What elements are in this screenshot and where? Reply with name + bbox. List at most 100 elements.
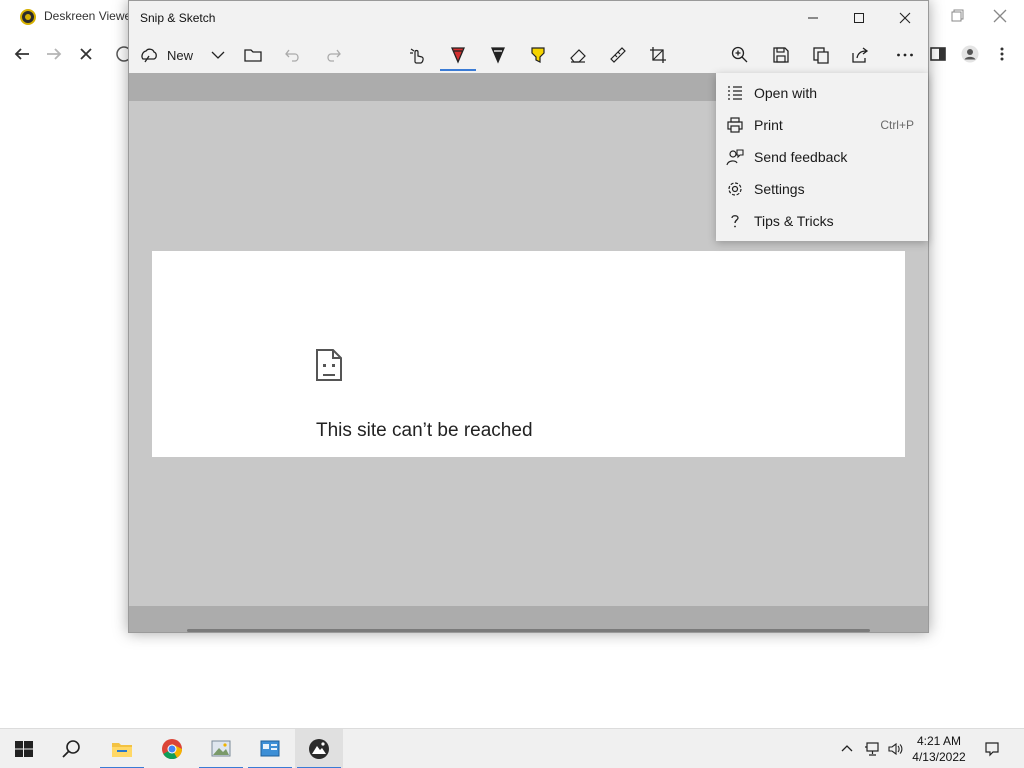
new-dropdown-button[interactable]	[207, 39, 229, 71]
crop-button[interactable]	[646, 39, 670, 71]
new-snip-button[interactable]: New	[139, 39, 209, 71]
volume-icon	[888, 742, 903, 756]
taskbar: 4:21 AM 4/13/2022	[0, 728, 1024, 768]
close-icon	[899, 12, 911, 24]
network-icon	[865, 742, 879, 756]
maximize-icon	[854, 13, 864, 23]
share-button[interactable]	[848, 39, 872, 71]
control-panel-icon	[260, 740, 280, 757]
share-icon	[852, 47, 869, 63]
forward-arrow-icon[interactable]	[42, 42, 66, 66]
ballpoint-pen-button[interactable]	[446, 39, 470, 71]
menu-item-settings[interactable]: Settings	[716, 173, 928, 205]
redo-icon	[327, 49, 341, 62]
restore-icon[interactable]	[948, 6, 968, 26]
chrome-icon	[162, 739, 183, 760]
open-file-button[interactable]	[241, 39, 265, 71]
close-button[interactable]	[882, 1, 928, 35]
printer-icon	[727, 117, 743, 133]
tray-network[interactable]	[862, 729, 882, 768]
folder-icon	[244, 49, 262, 62]
taskbar-photo-viewer[interactable]	[197, 729, 245, 768]
snip-sketch-icon	[309, 739, 329, 759]
menu-item-send-feedback[interactable]: Send feedback	[716, 141, 928, 173]
notification-center-button[interactable]	[980, 729, 1004, 768]
taskbar-chrome[interactable]	[148, 729, 196, 768]
ruler-icon	[610, 47, 626, 63]
taskbar-snip-sketch[interactable]	[295, 729, 343, 768]
zoom-icon	[731, 46, 748, 63]
snip-titlebar: Snip & Sketch	[129, 1, 928, 35]
chevron-down-icon	[211, 51, 225, 59]
menu-item-shortcut: Ctrl+P	[880, 118, 914, 132]
open-with-icon	[728, 86, 742, 100]
captured-snip-image[interactable]: This site can’t be reached	[152, 251, 905, 457]
more-options-button[interactable]	[891, 39, 919, 71]
overflow-menu: Open with Print Ctrl+P Send feedback Set…	[716, 73, 928, 241]
back-arrow-icon[interactable]	[10, 42, 34, 66]
taskbar-file-explorer[interactable]	[98, 729, 146, 768]
feedback-icon	[726, 149, 744, 166]
zoom-button[interactable]	[728, 39, 752, 71]
more-icon	[897, 53, 913, 57]
start-button[interactable]	[0, 729, 48, 768]
error-heading: This site can’t be reached	[316, 420, 533, 441]
tray-volume[interactable]	[885, 729, 905, 768]
pencil-icon	[491, 47, 505, 64]
save-icon	[773, 47, 789, 63]
stop-icon[interactable]	[74, 42, 98, 66]
search-icon	[62, 740, 80, 758]
save-button[interactable]	[769, 39, 793, 71]
tray-show-hidden[interactable]	[838, 729, 856, 768]
touch-writing-icon	[410, 48, 424, 64]
window-title: Snip & Sketch	[140, 11, 216, 25]
highlighter-button[interactable]	[526, 39, 550, 71]
minimize-button[interactable]	[790, 1, 836, 35]
menu-item-tips-tricks[interactable]: Tips & Tricks	[716, 205, 928, 237]
crop-icon	[650, 47, 666, 63]
minimize-icon	[808, 17, 818, 19]
clock-time: 4:21 AM	[916, 734, 962, 748]
start-icon	[15, 741, 33, 757]
maximize-button[interactable]	[836, 1, 882, 35]
snip-toolbar: New	[129, 35, 928, 73]
highlighter-icon	[531, 47, 545, 63]
sad-document-icon	[316, 349, 342, 381]
menu-item-label: Print	[754, 117, 783, 133]
menu-item-print[interactable]: Print Ctrl+P	[716, 109, 928, 141]
eraser-icon	[570, 49, 586, 63]
touch-writing-button[interactable]	[405, 39, 429, 71]
snip-bottom-bar	[129, 606, 928, 632]
file-explorer-icon	[112, 743, 132, 757]
menu-item-label: Send feedback	[754, 149, 848, 165]
pencil-button[interactable]	[486, 39, 510, 71]
more-vert-icon[interactable]	[990, 42, 1014, 66]
chevron-up-icon	[841, 745, 853, 752]
horizontal-scrollbar[interactable]	[187, 629, 870, 632]
copy-button[interactable]	[809, 39, 833, 71]
eraser-button[interactable]	[566, 39, 590, 71]
menu-item-label: Open with	[754, 85, 818, 101]
taskbar-clock[interactable]: 4:21 AM 4/13/2022	[906, 733, 972, 765]
notification-icon	[985, 742, 999, 757]
copy-icon	[813, 47, 829, 64]
taskbar-control-panel[interactable]	[246, 729, 294, 768]
undo-icon	[285, 49, 299, 62]
gear-icon	[728, 182, 742, 196]
ruler-button[interactable]	[606, 39, 630, 71]
undo-button[interactable]	[281, 39, 305, 71]
deskreen-logo-icon	[20, 9, 36, 25]
profile-icon[interactable]	[958, 42, 982, 66]
active-tool-indicator	[440, 69, 476, 71]
reading-mode-icon[interactable]	[926, 42, 950, 66]
question-icon	[731, 215, 739, 228]
browser-window-title: Deskreen Viewer	[44, 9, 136, 23]
menu-item-open-with[interactable]: Open with	[716, 77, 928, 109]
new-snip-icon	[141, 48, 157, 63]
clock-date: 4/13/2022	[912, 750, 966, 764]
browser-close-icon[interactable]	[990, 6, 1010, 26]
ballpoint-pen-icon	[451, 47, 465, 64]
new-label: New	[167, 47, 194, 63]
search-button[interactable]	[48, 729, 96, 768]
redo-button[interactable]	[321, 39, 345, 71]
